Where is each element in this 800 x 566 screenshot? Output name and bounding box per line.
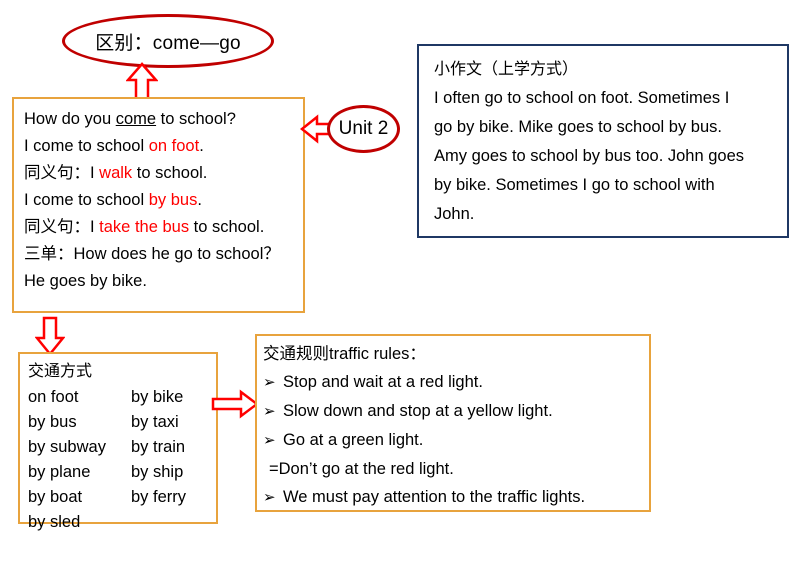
transport-row: by boat by ferry bbox=[28, 485, 216, 510]
main-line-synonym-takebus: 同义句：I take the bus to school. bbox=[24, 214, 293, 241]
transport-item-left: by plane bbox=[28, 463, 91, 481]
main-line-synonym-takebus-red: take the bus bbox=[99, 218, 190, 236]
bullet-arrow-icon: ➢ bbox=[263, 489, 276, 506]
composition-box: 小作文（上学方式） I often go to school on foot. … bbox=[417, 44, 789, 238]
unit-ellipse: Unit 2 bbox=[327, 105, 400, 153]
main-line-synonym-walk: 同义句：I walk to school. bbox=[24, 160, 293, 187]
traffic-rule-item: ➢ Go at a green light. bbox=[263, 426, 649, 455]
transport-item-left: on foot bbox=[28, 388, 79, 406]
transport-item-left: by bus bbox=[28, 413, 77, 431]
transport-item-right: by taxi bbox=[131, 413, 179, 431]
transport-heading: 交通方式 bbox=[28, 363, 93, 380]
transport-item-left: by sled bbox=[28, 513, 81, 531]
transport-row: by subway by train bbox=[28, 435, 216, 460]
main-line-onfoot: I come to school on foot. bbox=[24, 133, 293, 160]
arrow-right-icon bbox=[211, 389, 259, 419]
main-line-bybus-pre: I come to school bbox=[24, 191, 149, 209]
main-line-bybus-post: . bbox=[197, 191, 202, 209]
composition-line-1: I often go to school on foot. Sometimes … bbox=[434, 89, 730, 107]
main-line-bybus-red: by bus bbox=[148, 191, 198, 209]
difference-ellipse-label: 区别：come—go bbox=[95, 32, 241, 54]
main-line-third-person-answer: He goes by bike. bbox=[24, 272, 147, 290]
transport-row: by sled bbox=[28, 510, 216, 535]
main-line-question-underlined: come bbox=[115, 110, 157, 128]
main-line-synonym-walk-red: walk bbox=[99, 164, 133, 182]
transport-item-left: by subway bbox=[28, 438, 106, 456]
arrow-down-icon bbox=[35, 316, 65, 356]
traffic-rule-item: ➢ Stop and wait at a red light. bbox=[263, 368, 649, 397]
traffic-rule-item: ➢ We must pay attention to the traffic li… bbox=[263, 483, 649, 512]
transport-item-right: by bike bbox=[131, 388, 184, 406]
transport-item-right: by ship bbox=[131, 463, 184, 481]
traffic-rule-text: Slow down and stop at a yellow light. bbox=[283, 402, 553, 420]
unit-ellipse-label: Unit 2 bbox=[338, 118, 389, 139]
main-line-synonym-walk-post: to school. bbox=[132, 164, 208, 182]
main-line-question: How do you come to school? bbox=[24, 106, 293, 133]
traffic-rule-text: We must pay attention to the traffic lig… bbox=[283, 488, 586, 506]
main-line-synonym-takebus-post: to school. bbox=[189, 218, 265, 236]
traffic-rule-text: =Don’t go at the red light. bbox=[269, 460, 454, 478]
composition-line-3: Amy goes to school by bus too. John goes bbox=[434, 147, 745, 165]
main-line-synonym-takebus-pre: 同义句：I bbox=[24, 218, 100, 236]
transport-item-left: by boat bbox=[28, 488, 83, 506]
transport-item-right: by ferry bbox=[131, 488, 187, 506]
composition-line-5: John. bbox=[434, 205, 475, 223]
transport-row: on foot by bike bbox=[28, 385, 216, 410]
transport-row: by bus by taxi bbox=[28, 410, 216, 435]
bullet-arrow-icon: ➢ bbox=[263, 374, 276, 391]
transport-item-right: by train bbox=[131, 438, 186, 456]
main-line-question-post: to school? bbox=[156, 110, 236, 128]
bullet-arrow-icon: ➢ bbox=[263, 432, 276, 449]
main-line-third-person-question: 三单：How does he go to school？ bbox=[24, 245, 280, 263]
traffic-rules-box: 交通规则traffic rules： ➢ Stop and wait at a r… bbox=[255, 334, 651, 512]
composition-line-2: go by bike. Mike goes to school by bus. bbox=[434, 118, 722, 136]
traffic-rule-text: Go at a green light. bbox=[283, 431, 424, 449]
main-line-onfoot-post: . bbox=[199, 137, 204, 155]
main-line-onfoot-red: on foot bbox=[148, 137, 200, 155]
composition-heading: 小作文（上学方式） bbox=[434, 61, 579, 78]
transport-methods-box: 交通方式 on foot by bike by bus by taxi by s… bbox=[18, 352, 218, 531]
come-go-sentences-box: How do you come to school? I come to sch… bbox=[12, 97, 305, 313]
main-line-bybus: I come to school by bus. bbox=[24, 187, 293, 214]
traffic-rules-heading: 交通规则traffic rules： bbox=[263, 345, 426, 363]
main-line-onfoot-pre: I come to school bbox=[24, 137, 149, 155]
main-line-synonym-walk-pre: 同义句：I bbox=[24, 164, 100, 182]
arrow-up-icon bbox=[126, 62, 158, 102]
composition-line-4: by bike. Sometimes I go to school with bbox=[434, 176, 715, 194]
difference-ellipse: 区别：come—go bbox=[62, 14, 274, 68]
main-line-question-pre: How do you bbox=[24, 110, 116, 128]
bullet-arrow-icon: ➢ bbox=[263, 403, 276, 420]
transport-row: by plane by ship bbox=[28, 460, 216, 485]
traffic-rule-item-equivalent: =Don’t go at the red light. bbox=[263, 455, 649, 483]
traffic-rule-text: Stop and wait at a red light. bbox=[283, 373, 483, 391]
traffic-rule-item: ➢ Slow down and stop at a yellow light. bbox=[263, 397, 649, 426]
